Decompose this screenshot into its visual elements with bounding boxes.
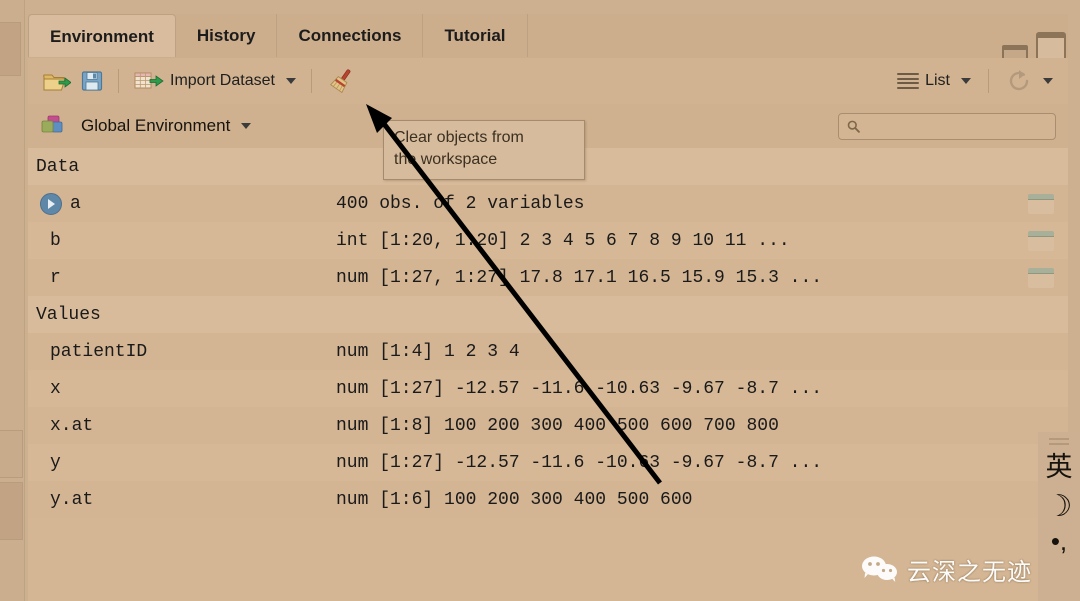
open-folder-icon — [43, 74, 71, 91]
view-data-grid-icon[interactable] — [1028, 231, 1054, 251]
refresh-icon — [1009, 70, 1029, 91]
variable-name-cell: a — [28, 185, 324, 222]
variable-name: b — [50, 230, 61, 251]
list-view-icon — [897, 73, 920, 89]
ime-panel: 英 ☽ •, — [1038, 432, 1080, 601]
tab-history-label: History — [196, 26, 256, 45]
left-edge-panel-bottom[interactable] — [0, 482, 23, 540]
variable-value: num [1:27, 1:27] 17.8 17.1 16.5 15.9 15.… — [336, 267, 823, 288]
tab-environment[interactable]: Environment — [28, 14, 176, 57]
import-dataset-button[interactable]: Import Dataset — [129, 67, 301, 95]
view-mode-button[interactable]: List — [892, 69, 976, 93]
refresh-button[interactable] — [1001, 65, 1058, 97]
watermark-text: 云深之无迹 — [907, 558, 1032, 586]
table-group-header: Values — [28, 296, 1068, 333]
variable-value: num [1:27] -12.57 -11.6 -10.63 -9.67 -8.… — [336, 378, 823, 399]
variable-name: y.at — [50, 489, 94, 510]
variable-name: patientID — [50, 341, 148, 362]
load-workspace-button[interactable] — [38, 66, 76, 96]
chevron-down-icon[interactable] — [961, 78, 971, 84]
variable-value: num [1:4] 1 2 3 4 — [336, 341, 520, 362]
ime-punctuation-icon[interactable]: •, — [1051, 526, 1067, 556]
toolbar-separator-1 — [118, 69, 119, 93]
global-environment-button[interactable]: Global Environment — [40, 112, 256, 140]
variable-name: r — [50, 267, 61, 288]
variable-name-cell: patientID — [28, 333, 324, 370]
global-environment-label: Global Environment — [81, 116, 231, 135]
group-label: Values — [36, 304, 101, 325]
variable-name-cell: x — [28, 370, 324, 407]
view-data-grid-icon[interactable] — [1028, 194, 1054, 214]
environment-table: Data a 400 obs. of 2 variables b int [1:… — [28, 148, 1068, 601]
variable-name-cell: b — [28, 222, 324, 259]
table-row[interactable]: y num [1:27] -12.57 -11.6 -10.63 -9.67 -… — [28, 444, 1068, 481]
variable-name-cell: x.at — [28, 407, 324, 444]
import-dataset-label: Import Dataset — [170, 72, 275, 89]
table-row[interactable]: a 400 obs. of 2 variables — [28, 185, 1068, 222]
tab-environment-label: Environment — [50, 27, 154, 46]
watermark: 云深之无迹 — [861, 552, 1032, 587]
group-label: Data — [36, 156, 80, 177]
variable-name: x — [50, 378, 61, 399]
variable-value: num [1:8] 100 200 300 400 500 600 700 80… — [336, 415, 779, 436]
variable-name: x.at — [50, 415, 94, 436]
variable-name-cell: y.at — [28, 481, 324, 518]
toolbar-right-group: List — [892, 65, 1058, 97]
chevron-down-icon[interactable] — [241, 123, 252, 129]
wechat-icon — [862, 556, 897, 582]
tab-bar: Environment History Connections Tutorial — [28, 14, 1068, 59]
tooltip-line-1: Clear objects from — [394, 129, 524, 146]
save-workspace-button[interactable] — [76, 67, 108, 95]
variable-name-cell: y — [28, 444, 324, 481]
search-input[interactable] — [866, 117, 1047, 135]
variable-name-cell: r — [28, 259, 324, 296]
left-edge-panel-middle[interactable] — [0, 430, 23, 478]
tab-history[interactable]: History — [176, 14, 278, 57]
variable-value: int [1:20, 1:20] 2 3 4 5 6 7 8 9 10 11 .… — [336, 230, 790, 251]
ime-language-toggle[interactable]: 英 — [1046, 448, 1073, 488]
toolbar-separator-3 — [988, 69, 989, 93]
chevron-down-icon[interactable] — [1043, 78, 1053, 84]
search-icon — [847, 120, 860, 133]
view-mode-label: List — [925, 72, 950, 89]
ime-drag-handle[interactable] — [1049, 443, 1069, 445]
broom-clear-icon — [329, 69, 351, 94]
variable-value: num [1:27] -12.57 -11.6 -10.63 -9.67 -8.… — [336, 452, 823, 473]
global-environment-icon — [41, 115, 63, 133]
ime-moon-icon[interactable]: ☽ — [1046, 488, 1073, 526]
variable-value: num [1:6] 100 200 300 400 500 600 — [336, 489, 693, 510]
chevron-down-icon[interactable] — [285, 78, 296, 84]
screen: Environment History Connections Tutorial — [0, 0, 1080, 601]
variable-value: 400 obs. of 2 variables — [336, 193, 585, 214]
clear-workspace-button[interactable] — [322, 64, 362, 98]
variable-name: y — [50, 452, 61, 473]
save-disk-icon — [81, 71, 103, 91]
left-edge-panel-top[interactable] — [0, 22, 21, 76]
table-row[interactable]: b int [1:20, 1:20] 2 3 4 5 6 7 8 9 10 11… — [28, 222, 1068, 259]
tab-tutorial-label: Tutorial — [444, 26, 506, 45]
expand-toggle-icon[interactable] — [40, 192, 62, 215]
view-data-grid-icon[interactable] — [1028, 268, 1054, 288]
tooltip: Clear objects from the workspace — [383, 120, 585, 180]
tab-tutorial[interactable]: Tutorial — [423, 14, 528, 57]
tab-connections-label: Connections — [298, 26, 402, 45]
table-row[interactable]: x.at num [1:8] 100 200 300 400 500 600 7… — [28, 407, 1068, 444]
table-row[interactable]: y.at num [1:6] 100 200 300 400 500 600 — [28, 481, 1068, 518]
search-box[interactable] — [838, 112, 1056, 140]
tab-connections[interactable]: Connections — [277, 14, 424, 57]
table-row[interactable]: r num [1:27, 1:27] 17.8 17.1 16.5 15.9 1… — [28, 259, 1068, 296]
table-row[interactable]: patientID num [1:4] 1 2 3 4 — [28, 333, 1068, 370]
table-row[interactable]: x num [1:27] -12.57 -11.6 -10.63 -9.67 -… — [28, 370, 1068, 407]
import-dataset-icon — [134, 72, 164, 89]
variable-name: a — [70, 193, 81, 214]
tooltip-line-2: the workspace — [394, 151, 498, 168]
toolbar-separator-2 — [310, 69, 312, 93]
toolbar: Import Dataset List — [28, 58, 1068, 104]
ime-drag-handle[interactable] — [1049, 438, 1069, 440]
